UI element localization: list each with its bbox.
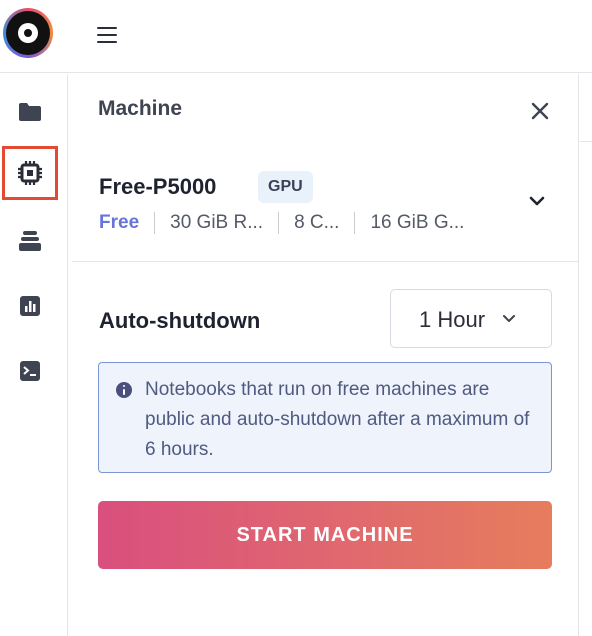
auto-shutdown-label: Auto-shutdown — [99, 308, 261, 333]
auto-shutdown-select[interactable]: 1 Hour — [390, 289, 552, 348]
chevron-down-icon — [529, 196, 545, 206]
layers-stack-icon — [19, 231, 41, 251]
close-button[interactable] — [529, 100, 551, 122]
section-divider — [72, 261, 579, 262]
close-icon — [531, 102, 549, 120]
terminal-icon — [20, 361, 40, 381]
folder-icon — [19, 103, 41, 121]
cpu-chip-icon — [18, 161, 42, 185]
free-tier-label: Free — [99, 212, 140, 233]
gpu-badge: GPU — [258, 171, 313, 203]
sidebar-item-terminal[interactable] — [2, 344, 58, 398]
hamburger-menu-icon[interactable] — [96, 24, 120, 44]
free-machine-notice: Notebooks that run on free machines are … — [98, 362, 552, 473]
chevron-down-icon — [503, 315, 515, 322]
notice-text: Notebooks that run on free machines are … — [145, 379, 530, 460]
sidebar-item-datasets[interactable] — [2, 214, 58, 268]
top-bar — [0, 0, 592, 73]
spec-divider — [354, 212, 356, 234]
machine-name[interactable]: Free-P5000 — [99, 174, 216, 200]
spec-divider — [154, 212, 156, 234]
bar-chart-icon — [20, 296, 40, 316]
machine-panel: Machine Free-P5000 GPU Free 30 GiB R... … — [69, 74, 579, 636]
gradient-logo-icon[interactable] — [3, 8, 53, 58]
cpu-spec: 8 C... — [294, 212, 340, 233]
sidebar-rail — [0, 74, 68, 636]
sidebar-item-machine[interactable] — [2, 146, 58, 200]
ram-spec: 30 GiB R... — [170, 212, 264, 233]
machine-specs: Free 30 GiB R... 8 C... 16 GiB G... — [99, 212, 464, 234]
right-gutter — [580, 74, 592, 142]
spec-divider — [278, 212, 280, 234]
gpu-memory-spec: 16 GiB G... — [370, 212, 465, 233]
info-icon — [116, 382, 132, 398]
sidebar-item-files[interactable] — [2, 85, 58, 139]
auto-shutdown-value: 1 Hour — [419, 307, 486, 332]
panel-title: Machine — [98, 97, 183, 120]
start-machine-button[interactable]: START MACHINE — [98, 501, 552, 569]
sidebar-item-metrics[interactable] — [2, 279, 58, 333]
machine-expand-button[interactable] — [526, 192, 548, 210]
